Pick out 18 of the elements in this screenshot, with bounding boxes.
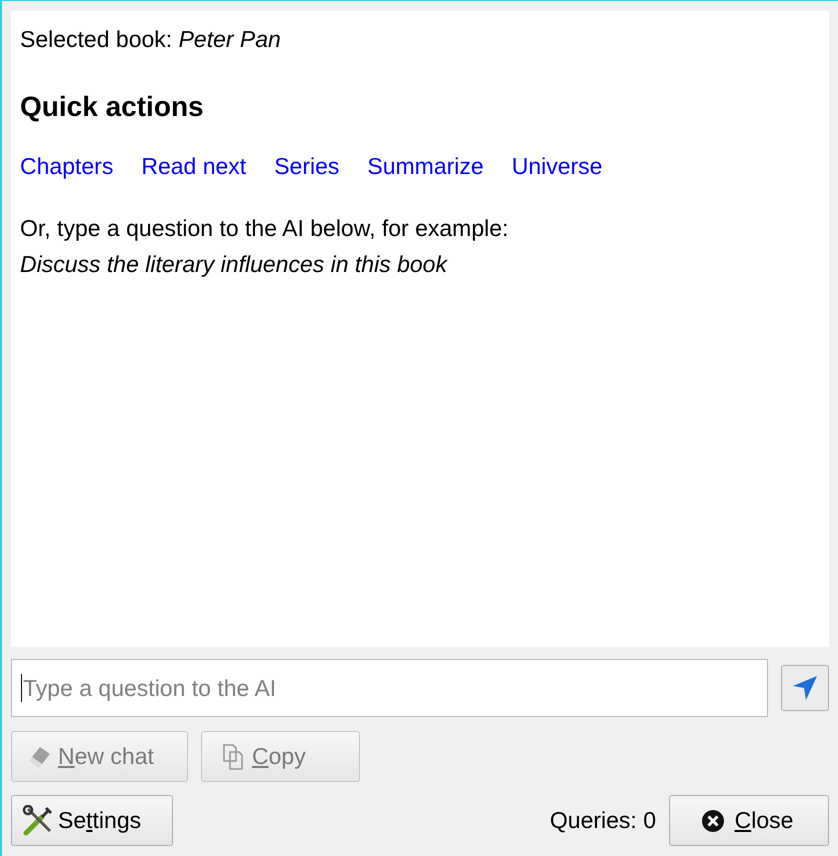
quick-action-link[interactable]: Series: [274, 153, 340, 180]
close-button[interactable]: Close: [669, 795, 829, 846]
tools-icon: [22, 804, 54, 836]
text-cursor: [21, 674, 22, 702]
send-icon: [792, 675, 818, 701]
quick-action-link[interactable]: Read next: [141, 153, 246, 180]
close-icon: [700, 808, 725, 832]
settings-button[interactable]: Settings: [11, 795, 173, 846]
question-field[interactable]: Type a question to the AI: [11, 659, 768, 717]
quick-action-link[interactable]: Chapters: [20, 153, 114, 180]
queries-count: Queries: 0: [550, 807, 656, 834]
quick-action-link[interactable]: Summarize: [367, 153, 484, 180]
quick-actions-heading: Quick actions: [20, 91, 205, 123]
quick-action-link[interactable]: Universe: [512, 153, 602, 180]
send-button[interactable]: [781, 665, 829, 711]
selected-book-text: Selected book: Peter Pan: [20, 25, 282, 53]
example-question: Discuss the literary influences in this book: [20, 250, 449, 279]
hint-text: Or, type a question to the AI below, for example:: [20, 214, 510, 243]
